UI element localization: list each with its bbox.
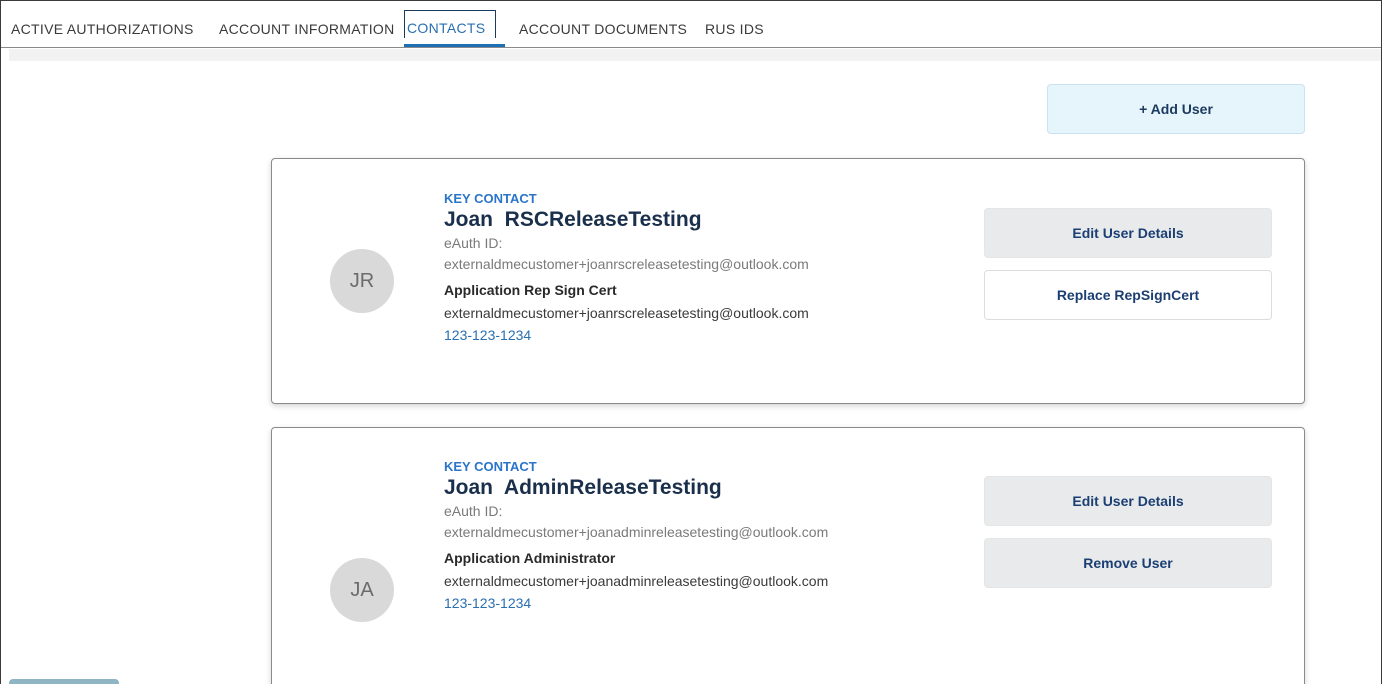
tab-bar: ACTIVE AUTHORIZATIONS ACCOUNT INFORMATIO… — [1, 1, 1381, 48]
tab-rus-ids[interactable]: RUS IDS — [705, 21, 764, 37]
content-top-divider — [9, 49, 1381, 61]
contacts-page: ACTIVE AUTHORIZATIONS ACCOUNT INFORMATIO… — [0, 0, 1382, 684]
contact-card: JA KEY CONTACT Joan AdminReleaseTesting … — [271, 427, 1305, 684]
user-role: Application Administrator — [444, 550, 616, 566]
tab-account-information[interactable]: ACCOUNT INFORMATION — [219, 21, 395, 37]
edit-user-details-button[interactable]: Edit User Details — [984, 476, 1272, 526]
eauth-id-label: eAuth ID: — [444, 503, 503, 519]
user-role: Application Rep Sign Cert — [444, 282, 617, 298]
user-phone-link[interactable]: 123-123-1234 — [444, 325, 874, 345]
user-phone-link[interactable]: 123-123-1234 — [444, 593, 874, 613]
active-tab-indicator — [404, 44, 505, 47]
user-name: Joan RSCReleaseTesting — [444, 208, 702, 231]
floating-feedback-tab[interactable] — [9, 679, 119, 684]
user-email: externaldmecustomer+joanrscreleasetestin… — [444, 305, 809, 321]
user-email: externaldmecustomer+joanadminreleasetest… — [444, 573, 829, 589]
edit-user-details-button[interactable]: Edit User Details — [984, 208, 1272, 258]
key-contact-label: KEY CONTACT — [444, 459, 537, 474]
add-user-button[interactable]: + Add User — [1047, 84, 1305, 134]
remove-user-button[interactable]: Remove User — [984, 538, 1272, 588]
tab-contacts[interactable]: CONTACTS — [404, 10, 496, 38]
eauth-id-label: eAuth ID: — [444, 235, 503, 251]
key-contact-label: KEY CONTACT — [444, 191, 537, 206]
tab-active-authorizations[interactable]: ACTIVE AUTHORIZATIONS — [11, 21, 194, 37]
eauth-id-value: externaldmecustomer+joanadminreleasetest… — [444, 524, 829, 540]
contact-card: JR KEY CONTACT Joan RSCReleaseTesting eA… — [271, 158, 1305, 404]
avatar: JA — [330, 558, 394, 622]
tab-account-documents[interactable]: ACCOUNT DOCUMENTS — [519, 21, 687, 37]
user-name: Joan AdminReleaseTesting — [444, 476, 722, 499]
eauth-id-value: externaldmecustomer+joanrscreleasetestin… — [444, 256, 809, 272]
replace-repsigncert-button[interactable]: Replace RepSignCert — [984, 270, 1272, 320]
avatar: JR — [330, 249, 394, 313]
contact-info: KEY CONTACT Joan RSCReleaseTesting eAuth… — [444, 191, 874, 345]
contact-info: KEY CONTACT Joan AdminReleaseTesting eAu… — [444, 459, 874, 613]
